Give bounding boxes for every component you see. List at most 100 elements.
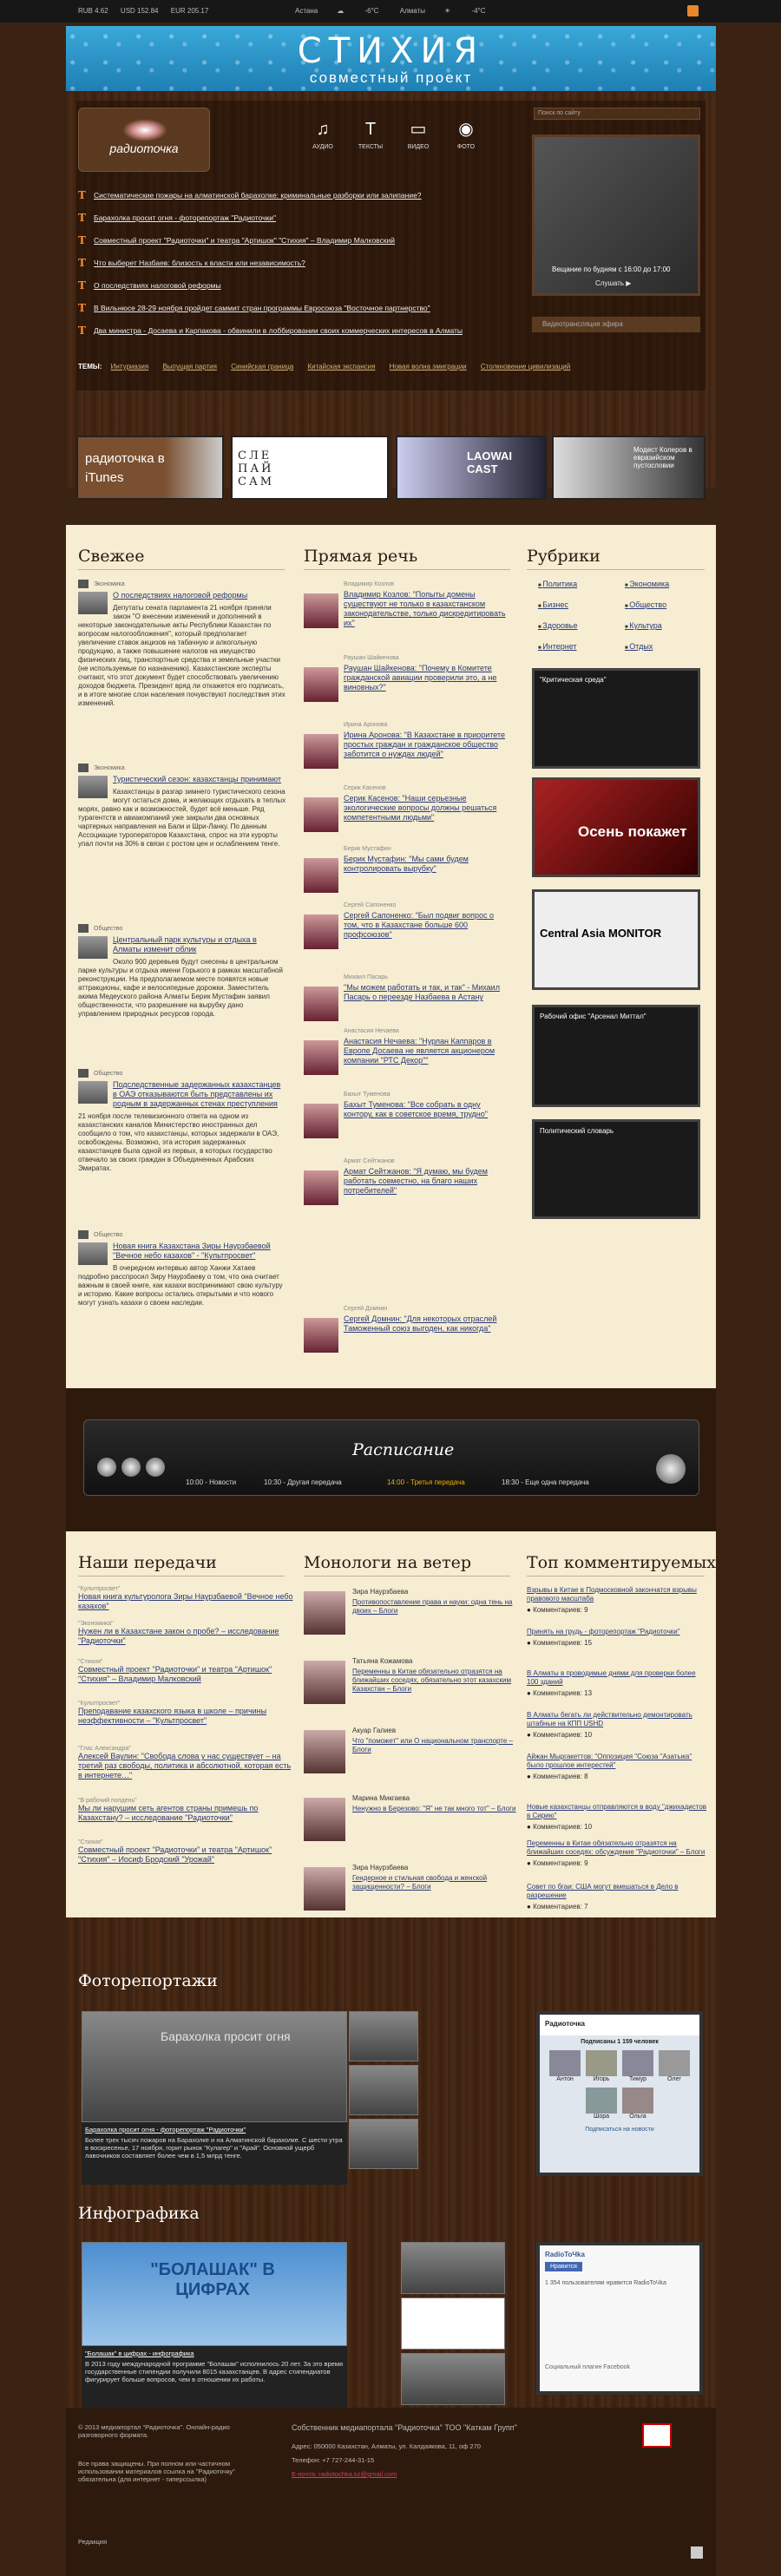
avatar[interactable] bbox=[304, 1591, 345, 1635]
rubric-economy[interactable]: Экономика bbox=[625, 580, 703, 588]
avatar[interactable] bbox=[304, 1661, 345, 1704]
volume-knob[interactable] bbox=[656, 1454, 686, 1484]
live-video-player[interactable]: Вещание по будням с 16:00 до 17:00 Слуша… bbox=[532, 134, 700, 296]
headline-link[interactable]: Систематические пожары на алматинской ба… bbox=[94, 191, 422, 200]
rubric-health[interactable]: Здоровье bbox=[538, 621, 616, 630]
headline-item[interactable]: T Барахолка просит огня - фоторепортаж "Р… bbox=[78, 206, 512, 229]
item-thumbnail[interactable] bbox=[78, 936, 108, 959]
infographic-thumb[interactable] bbox=[401, 2297, 505, 2350]
counter-badge[interactable] bbox=[642, 2423, 672, 2448]
knob[interactable] bbox=[121, 1458, 141, 1477]
vk-member[interactable]: Олег bbox=[659, 2050, 690, 2082]
avatar[interactable] bbox=[304, 1318, 338, 1353]
fb-like-button[interactable]: Нравится bbox=[545, 2262, 582, 2271]
vk-member[interactable]: Ольга bbox=[622, 2088, 653, 2120]
show-link[interactable]: Совместный проект "Радиоточки" и театра … bbox=[78, 1845, 295, 1865]
topic-link[interactable]: Интуриазия bbox=[111, 363, 149, 370]
item-title-link[interactable]: Новая книга Казахстана Зиры Наурзбаевой … bbox=[78, 1242, 286, 1261]
schedule-slot[interactable]: 10:00 - Новости bbox=[186, 1478, 236, 1486]
headline-link[interactable]: В Вильнюсе 28-29 ноября пройдет саммит с… bbox=[94, 304, 430, 312]
blog-link[interactable]: Переменны в Китае обязательно отразятся … bbox=[352, 1668, 517, 1694]
rubric-politics[interactable]: Политика bbox=[538, 580, 616, 588]
site-logo[interactable]: радиоточка bbox=[78, 108, 210, 172]
infographic-thumb[interactable] bbox=[401, 2353, 505, 2405]
stikhiya-banner[interactable]: СТИХИЯ совместный проект bbox=[66, 26, 716, 91]
speech-link[interactable]: Раушан Шайкенова: "Почему в Комитете гра… bbox=[344, 664, 509, 692]
rubric-society[interactable]: Общество bbox=[625, 600, 703, 609]
show-link[interactable]: Совместный проект "Радиоточки" и театра … bbox=[78, 1665, 295, 1684]
item-title-link[interactable]: Центральный парк культуры и отдыха в Алм… bbox=[78, 935, 286, 954]
prev-knob[interactable] bbox=[97, 1458, 116, 1477]
video-arcelor[interactable]: Рабочий офис "Арсенал Миттал" bbox=[532, 1005, 700, 1107]
video-political-dictionary[interactable]: Политический словарь bbox=[532, 1119, 700, 1219]
media-photo[interactable]: ◉ ФОТО bbox=[447, 120, 485, 150]
speech-link[interactable]: Сергей Сапоненко: "Был подвиг вопрос о т… bbox=[344, 911, 509, 940]
avatar[interactable] bbox=[304, 1104, 338, 1138]
item-thumbnail[interactable] bbox=[78, 1242, 108, 1265]
comment-article-link[interactable]: Взрывы в Китае в Подмосковной закончатся… bbox=[527, 1586, 709, 1603]
item-thumbnail[interactable] bbox=[78, 592, 108, 614]
topic-link[interactable]: Китайская экспансия bbox=[307, 363, 375, 370]
photo-thumb[interactable] bbox=[349, 2065, 418, 2115]
schedule-slot[interactable]: 10:30 - Другая передача bbox=[264, 1478, 342, 1486]
media-audio[interactable]: ♫ АУДИО bbox=[304, 120, 342, 150]
avatar[interactable] bbox=[304, 1730, 345, 1773]
headline-item[interactable]: T Что выберет Назбаев: близость к власти … bbox=[78, 252, 512, 274]
rubric-culture[interactable]: Культура bbox=[625, 621, 703, 630]
central-asia-monitor-banner[interactable]: Central Asia MONITOR bbox=[532, 889, 700, 990]
vk-member[interactable]: Игорь bbox=[586, 2050, 617, 2082]
search-input[interactable]: Поиск по сайту bbox=[534, 108, 700, 120]
footer-email[interactable]: E-почта: radiotochka.kz@gmail.com bbox=[292, 2470, 397, 2478]
vk-member[interactable]: Тимур bbox=[622, 2050, 653, 2082]
comment-article-link[interactable]: В Алматы в проводимые днями для проверки… bbox=[527, 1669, 709, 1687]
avatar[interactable] bbox=[304, 914, 338, 949]
show-link[interactable]: Алексей Ваулин: "Свобода слова у нас сущ… bbox=[78, 1752, 295, 1780]
photo-thumb[interactable] bbox=[349, 2011, 418, 2061]
speech-link[interactable]: Бахыт Туменова: "Все собрать в одну конт… bbox=[344, 1100, 509, 1119]
comment-article-link[interactable]: Переменны в Китае обязательно отразятся … bbox=[527, 1839, 709, 1857]
headline-item[interactable]: T Два министра - Досаева и Карпакова - об… bbox=[78, 319, 512, 342]
comment-article-link[interactable]: Айжан Мыргакеттов: "Оппозиция "Союза "Аз… bbox=[527, 1753, 709, 1770]
grid-icon[interactable] bbox=[691, 2547, 703, 2559]
speech-link[interactable]: Берик Мустафин: "Мы сами будем контролир… bbox=[344, 855, 509, 874]
avatar[interactable] bbox=[304, 1798, 345, 1841]
topic-link[interactable]: Выпущая партия bbox=[162, 363, 217, 370]
speech-link[interactable]: Ирина Аронова: "В Казахстане в приоритет… bbox=[344, 731, 509, 759]
itunes-banner[interactable]: радиоточка в iTunes bbox=[76, 436, 224, 500]
avatar[interactable] bbox=[304, 734, 338, 769]
photo-report-main[interactable]: Барахолка просит огня bbox=[82, 2011, 347, 2122]
headline-link[interactable]: Совместный проект "Радиоточки" и театра … bbox=[94, 236, 395, 245]
rubric-internet[interactable]: Интернет bbox=[538, 642, 616, 651]
infographic-main[interactable]: "БОЛАШАК" В ЦИФРАХ bbox=[82, 2242, 347, 2346]
headline-link[interactable]: Барахолка просит огня - фоторепортаж "Ра… bbox=[94, 213, 276, 222]
speech-link[interactable]: Серик Касенов: "Наши серьезные экологиче… bbox=[344, 794, 509, 823]
media-video[interactable]: ▭ ВИДЕО bbox=[399, 120, 437, 150]
vk-member[interactable]: Антон bbox=[549, 2050, 581, 2082]
laowai-banner[interactable]: LAOWAI CAST bbox=[396, 436, 547, 500]
next-knob[interactable] bbox=[146, 1458, 165, 1477]
rubric-business[interactable]: Бизнес bbox=[538, 600, 616, 609]
headline-item[interactable]: T О последствиях налоговой реформы bbox=[78, 274, 512, 297]
blog-link[interactable]: Противопоставление права и науки: одна т… bbox=[352, 1598, 517, 1616]
listen-link[interactable]: Слушать ▶ bbox=[595, 279, 631, 287]
avatar[interactable] bbox=[304, 667, 338, 702]
headline-link[interactable]: Что выберет Назбаев: близость к власти и… bbox=[94, 259, 305, 267]
photo-caption-link[interactable]: Барахолка просит огня - фоторепортаж "Ра… bbox=[85, 2126, 344, 2134]
speech-link[interactable]: Армат Сейтжанов: "Я думаю, мы будем рабо… bbox=[344, 1167, 509, 1196]
item-thumbnail[interactable] bbox=[78, 1081, 108, 1104]
video-stream-button[interactable]: Видеотрансляция эфира bbox=[532, 317, 700, 332]
kolerov-banner[interactable]: Модест Колеров в евразийском пустословии bbox=[552, 436, 706, 500]
headline-link[interactable]: Два министра - Досаева и Карпакова - обв… bbox=[94, 326, 463, 335]
infographic-thumb[interactable] bbox=[401, 2242, 505, 2294]
show-link[interactable]: Новая книга культуролога Зиры Наурзбаево… bbox=[78, 1592, 295, 1611]
spectre-banner[interactable]: СЛЕ ПАЙ САМ bbox=[231, 436, 389, 500]
headline-item[interactable]: T В Вильнюсе 28-29 ноября пройдет саммит … bbox=[78, 297, 512, 319]
avatar[interactable] bbox=[304, 1867, 345, 1911]
blog-link[interactable]: Ненужно в Березово: "Я" не так много тот… bbox=[352, 1805, 517, 1813]
infographic-caption-link[interactable]: "Болашак" в цифрах - инфографика bbox=[85, 2350, 344, 2357]
media-texts[interactable]: T ТЕКСТЫ bbox=[351, 120, 390, 150]
speech-link[interactable]: "Мы можем работать и так, и так" - Михаи… bbox=[344, 983, 509, 1002]
avatar[interactable] bbox=[304, 593, 338, 628]
headline-item[interactable]: T Систематические пожары на алматинской б… bbox=[78, 184, 512, 206]
autumn-will-show-banner[interactable]: Осень покажет bbox=[532, 777, 700, 877]
